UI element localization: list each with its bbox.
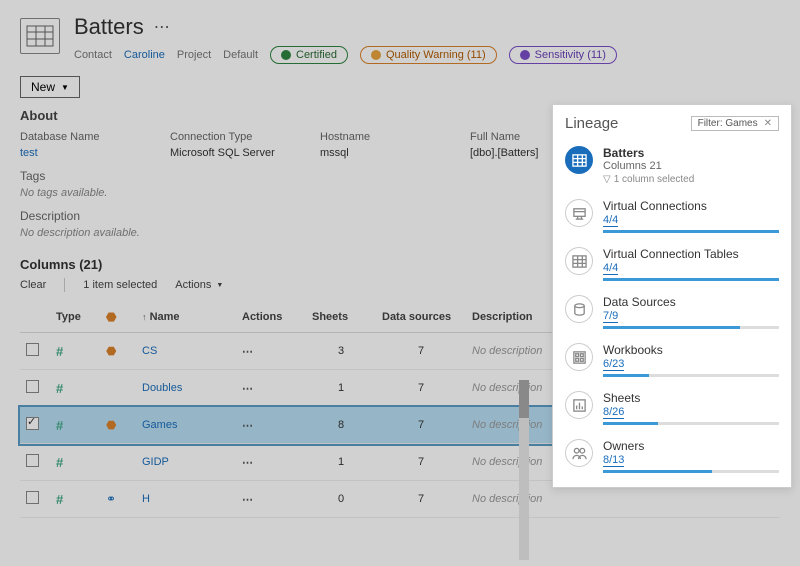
quality-warning-badge[interactable]: Quality Warning (11) xyxy=(360,46,497,64)
number-type-icon: # xyxy=(56,381,63,396)
db-name-link[interactable]: test xyxy=(20,147,130,159)
lineage-item-count[interactable]: 4/4 xyxy=(603,262,618,275)
lineage-item-count[interactable]: 6/23 xyxy=(603,358,624,371)
sensitivity-badge[interactable]: Sensitivity (11) xyxy=(509,46,617,64)
row-checkbox[interactable] xyxy=(26,380,39,393)
number-type-icon: # xyxy=(56,418,63,433)
sheets-icon[interactable] xyxy=(565,391,593,419)
scrollbar[interactable] xyxy=(519,380,529,560)
lineage-progress-bar xyxy=(603,326,779,329)
lineage-progress-bar xyxy=(603,230,779,233)
th-status-icon[interactable]: ⬣ xyxy=(100,302,136,333)
virtual-connections-icon[interactable] xyxy=(565,199,593,227)
data-sources-icon[interactable] xyxy=(565,295,593,323)
sensitivity-icon xyxy=(520,50,530,60)
sheets-count: 3 xyxy=(306,333,376,370)
ds-count: 7 xyxy=(376,407,466,444)
caret-down-icon: ▼ xyxy=(216,282,223,289)
lineage-progress-bar xyxy=(603,470,779,473)
sheets-count: 0 xyxy=(306,481,376,518)
number-type-icon: # xyxy=(56,344,63,359)
clear-button[interactable]: Clear xyxy=(20,279,46,291)
lineage-item-count[interactable]: 8/26 xyxy=(603,406,624,419)
lineage-item-label: Data Sources xyxy=(603,295,779,309)
ds-count: 7 xyxy=(376,370,466,407)
conn-type-value: Microsoft SQL Server xyxy=(170,147,280,159)
th-actions: Actions xyxy=(236,302,306,333)
row-actions-menu[interactable]: ⋯ xyxy=(242,346,254,358)
number-type-icon: # xyxy=(56,492,63,507)
project-value: Default xyxy=(223,49,258,61)
lineage-filter-note: ▽1 column selected xyxy=(603,174,779,185)
column-name-link[interactable]: CS xyxy=(136,333,236,370)
sheets-count: 8 xyxy=(306,407,376,444)
warning-icon xyxy=(371,50,381,60)
row-actions-menu[interactable]: ⋯ xyxy=(242,494,254,506)
lineage-title: Lineage xyxy=(565,115,618,132)
lineage-progress-bar xyxy=(603,278,779,281)
column-name-link[interactable]: H xyxy=(136,481,236,518)
scrollbar-thumb[interactable] xyxy=(519,380,529,418)
lineage-item-count[interactable]: 7/9 xyxy=(603,310,618,323)
ds-count: 7 xyxy=(376,333,466,370)
page-title: Batters xyxy=(74,14,144,40)
th-name[interactable]: ↑ Name xyxy=(136,302,236,333)
row-checkbox[interactable] xyxy=(26,454,39,467)
ds-count: 7 xyxy=(376,444,466,481)
th-sheets[interactable]: Sheets xyxy=(306,302,376,333)
lineage-item-count[interactable]: 4/4 xyxy=(603,214,618,227)
row-actions-menu[interactable]: ⋯ xyxy=(242,457,254,469)
table-icon[interactable] xyxy=(565,146,593,174)
db-name-label: Database Name xyxy=(20,131,130,143)
row-actions-menu[interactable]: ⋯ xyxy=(242,420,254,432)
lineage-item-label: Sheets xyxy=(603,391,779,405)
column-name-link[interactable]: Games xyxy=(136,407,236,444)
contact-link[interactable]: Caroline xyxy=(124,49,165,61)
row-checkbox[interactable] xyxy=(26,417,39,430)
row-checkbox[interactable] xyxy=(26,343,39,356)
lineage-progress-bar xyxy=(603,422,779,425)
caret-down-icon: ▼ xyxy=(61,83,69,92)
column-name-link[interactable]: Doubles xyxy=(136,370,236,407)
th-type[interactable]: Type xyxy=(50,302,100,333)
th-datasources[interactable]: Data sources xyxy=(376,302,466,333)
lineage-item-count[interactable]: 8/13 xyxy=(603,454,624,467)
contact-label: Contact xyxy=(74,49,112,61)
workbooks-icon[interactable] xyxy=(565,343,593,371)
lineage-panel: Lineage Filter: Games✕ Batters Columns 2… xyxy=(552,104,792,488)
virtual-connection-tables-icon[interactable] xyxy=(565,247,593,275)
close-icon[interactable]: ✕ xyxy=(764,118,772,129)
actions-dropdown[interactable]: Actions▼ xyxy=(175,279,223,291)
lineage-item-label: Virtual Connection Tables xyxy=(603,247,779,261)
certified-badge[interactable]: Certified xyxy=(270,46,348,64)
selection-count: 1 item selected xyxy=(83,279,157,291)
sheets-count: 1 xyxy=(306,444,376,481)
number-type-icon: # xyxy=(56,455,63,470)
sheets-count: 1 xyxy=(306,370,376,407)
warning-icon: ⬣ xyxy=(106,344,116,358)
hostname-value: mssql xyxy=(320,147,430,159)
column-name-link[interactable]: GIDP xyxy=(136,444,236,481)
conn-type-label: Connection Type xyxy=(170,131,280,143)
lineage-filter-chip[interactable]: Filter: Games✕ xyxy=(691,116,779,131)
lineage-item-label: Owners xyxy=(603,439,779,453)
owners-icon[interactable] xyxy=(565,439,593,467)
filter-icon: ▽ xyxy=(603,174,611,185)
link-icon: ⚭ xyxy=(106,492,116,506)
new-button[interactable]: New▼ xyxy=(20,76,80,98)
lineage-root-sub: Columns 21 xyxy=(603,160,779,172)
project-label: Project xyxy=(177,49,211,61)
row-actions-menu[interactable]: ⋯ xyxy=(242,383,254,395)
ds-count: 7 xyxy=(376,481,466,518)
warning-icon: ⬣ xyxy=(106,418,116,432)
lineage-progress-bar xyxy=(603,374,779,377)
lineage-root-name[interactable]: Batters xyxy=(603,146,779,160)
table-icon xyxy=(20,18,60,54)
more-menu-icon[interactable]: ⋯ xyxy=(154,17,171,37)
certified-icon xyxy=(281,50,291,60)
row-checkbox[interactable] xyxy=(26,491,39,504)
lineage-item-label: Workbooks xyxy=(603,343,779,357)
hostname-label: Hostname xyxy=(320,131,430,143)
lineage-item-label: Virtual Connections xyxy=(603,199,779,213)
